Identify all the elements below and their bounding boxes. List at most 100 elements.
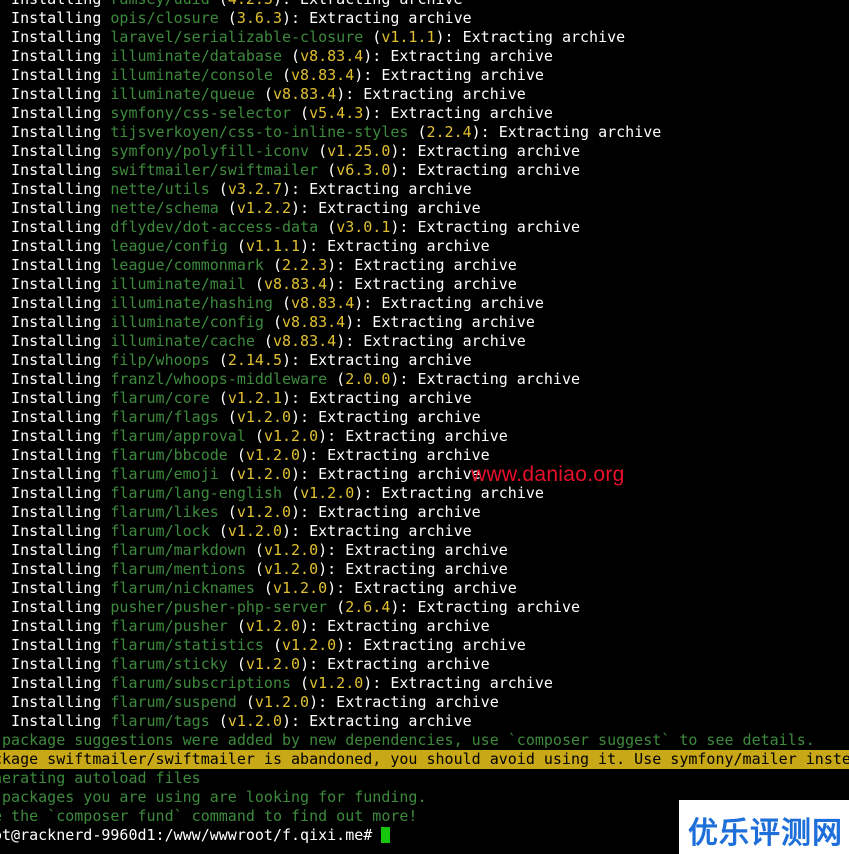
install-prefix: - Installing xyxy=(0,541,111,559)
package-name: symfony/css-selector xyxy=(110,104,292,122)
install-status: ): Extracting archive xyxy=(390,370,581,388)
shell-prompt: ot@racknerd-9960d1:/www/wwwroot/f.qixi.m… xyxy=(0,826,382,844)
package-name: league/commonmark xyxy=(110,256,264,274)
install-prefix: - Installing xyxy=(0,123,111,141)
package-name: illuminate/mail xyxy=(110,275,246,293)
install-line: - Installing dflydev/dot-access-data (v3… xyxy=(0,218,849,237)
package-version: v1.2.0 xyxy=(245,617,301,635)
install-status: ): Extracting archive xyxy=(354,66,544,84)
version-open-paren: ( xyxy=(254,85,273,103)
install-prefix: - Installing xyxy=(0,351,111,369)
install-status: ): Extracting archive xyxy=(390,142,581,160)
install-line: - Installing illuminate/cache (v8.83.4):… xyxy=(0,332,849,351)
version-open-paren: ( xyxy=(227,446,246,464)
package-version: v1.2.0 xyxy=(236,503,292,521)
install-prefix: - Installing xyxy=(0,712,111,730)
install-prefix: - Installing xyxy=(0,142,111,160)
install-line: - Installing flarum/likes (v1.2.0): Extr… xyxy=(0,503,849,522)
install-prefix: - Installing xyxy=(0,522,111,540)
install-prefix: - Installing xyxy=(0,332,111,350)
version-open-paren: ( xyxy=(209,522,228,540)
install-line: - Installing flarum/lang-english (v1.2.0… xyxy=(0,484,849,503)
version-open-paren: ( xyxy=(218,9,237,27)
install-status: ): Extracting archive xyxy=(318,560,508,578)
install-prefix: - Installing xyxy=(0,693,111,711)
package-name: pusher/pusher-php-server xyxy=(110,598,328,616)
install-status: ): Extracting archive xyxy=(363,674,553,692)
install-line: - Installing illuminate/queue (v8.83.4):… xyxy=(0,85,849,104)
install-status: ): Extracting archive xyxy=(390,598,581,616)
install-status: ): Extracting archive xyxy=(336,85,526,103)
package-name: filp/whoops xyxy=(110,351,210,369)
install-prefix: - Installing xyxy=(0,66,111,84)
install-prefix: - Installing xyxy=(0,161,111,179)
install-status: ): Extracting archive xyxy=(273,0,463,8)
install-line: - Installing flarum/tags (v1.2.0): Extra… xyxy=(0,712,849,731)
version-open-paren: ( xyxy=(263,636,282,654)
package-name: flarum/sticky xyxy=(110,655,228,673)
install-status: ): Extracting archive xyxy=(291,408,481,426)
install-status: ): Extracting archive xyxy=(318,541,508,559)
install-line: - Installing flarum/suspend (v1.2.0): Ex… xyxy=(0,693,849,712)
brand-logo-text: 优乐评测网 xyxy=(688,816,843,851)
install-prefix: - Installing xyxy=(0,275,111,293)
watermark-text: www.daniao.org xyxy=(471,463,625,486)
package-version: v1.2.0 xyxy=(236,465,292,483)
install-line: - Installing league/commonmark (2.2.3): … xyxy=(0,256,849,275)
text-cursor[interactable] xyxy=(381,827,391,843)
package-name: flarum/markdown xyxy=(110,541,246,559)
version-open-paren: ( xyxy=(263,313,282,331)
package-name: illuminate/queue xyxy=(110,85,255,103)
install-status: ): Extracting archive xyxy=(300,617,490,635)
install-status: ): Extracting archive xyxy=(327,275,517,293)
install-status: ): Extracting archive xyxy=(336,332,526,350)
version-open-paren: ( xyxy=(227,237,246,255)
package-version: v1.2.0 xyxy=(245,446,301,464)
package-version: 2.14.5 xyxy=(227,351,282,369)
install-line: - Installing flarum/markdown (v1.2.0): E… xyxy=(0,541,849,560)
package-version: v8.83.4 xyxy=(272,332,337,350)
package-name: nette/utils xyxy=(110,180,210,198)
package-version: v1.2.0 xyxy=(236,408,292,426)
install-line: - Installing flarum/bbcode (v1.2.0): Ext… xyxy=(0,446,849,465)
install-prefix: - Installing xyxy=(0,674,111,692)
version-open-paren: ( xyxy=(209,389,228,407)
package-version: 2.6.4 xyxy=(345,598,391,616)
install-line: - Installing laravel/serializable-closur… xyxy=(0,28,849,47)
install-status: ): Extracting archive xyxy=(327,579,517,597)
version-open-paren: ( xyxy=(291,104,310,122)
version-open-paren: ( xyxy=(318,161,337,179)
package-version: v1.2.0 xyxy=(282,636,337,654)
version-open-paren: ( xyxy=(327,370,346,388)
version-open-paren: ( xyxy=(227,655,246,673)
install-status: ): Extracting archive xyxy=(390,161,581,179)
package-version: 2.0.0 xyxy=(345,370,391,388)
install-status: ): Extracting archive xyxy=(300,237,490,255)
install-prefix: - Installing xyxy=(0,465,111,483)
install-line: - Installing illuminate/console (v8.83.4… xyxy=(0,66,849,85)
package-name: laravel/serializable-closure xyxy=(110,28,364,46)
version-open-paren: ( xyxy=(218,465,237,483)
install-status: ): Extracting archive xyxy=(282,389,472,407)
install-line: - Installing swiftmailer/swiftmailer (v6… xyxy=(0,161,849,180)
version-open-paren: ( xyxy=(227,617,246,635)
package-version: 2.2.3 xyxy=(282,256,328,274)
terminal-output[interactable]: - Installing ramsey/uuid (4.2.3): Extrac… xyxy=(0,0,849,854)
package-name: flarum/mentions xyxy=(110,560,246,578)
version-open-paren: ( xyxy=(318,218,337,236)
install-prefix: - Installing xyxy=(0,636,111,654)
package-name: flarum/lock xyxy=(110,522,210,540)
package-name: league/config xyxy=(110,237,228,255)
package-name: tijsverkoyen/css-to-inline-styles xyxy=(110,123,409,141)
install-line: - Installing league/config (v1.1.1): Ext… xyxy=(0,237,849,256)
install-prefix: - Installing xyxy=(0,104,111,122)
version-open-paren: ( xyxy=(263,256,282,274)
package-name: illuminate/database xyxy=(110,47,282,65)
version-open-paren: ( xyxy=(282,47,301,65)
install-prefix: - Installing xyxy=(0,655,111,673)
version-open-paren: ( xyxy=(291,674,310,692)
install-line: - Installing flarum/pusher (v1.2.0): Ext… xyxy=(0,617,849,636)
install-status: ): Extracting archive xyxy=(282,712,472,730)
install-line: - Installing flarum/statistics (v1.2.0):… xyxy=(0,636,849,655)
install-prefix: - Installing xyxy=(0,85,111,103)
